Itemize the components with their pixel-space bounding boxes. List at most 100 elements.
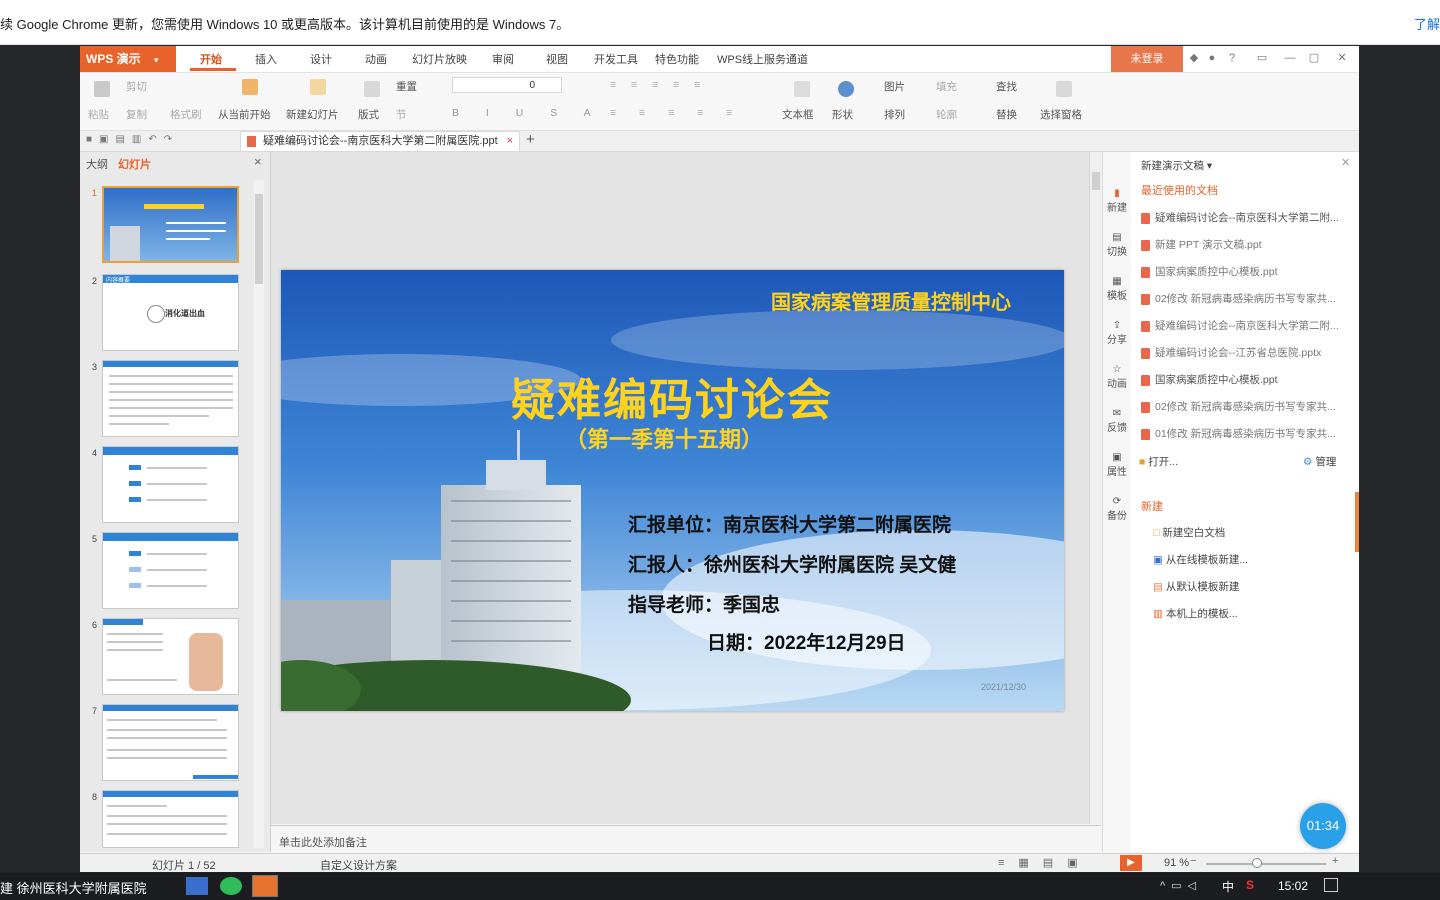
open-button[interactable]: ■ 打开... xyxy=(1139,454,1178,469)
new-from-online-template[interactable]: ▣ 从在线模板新建... xyxy=(1153,552,1248,567)
antivirus-icon[interactable]: S xyxy=(1246,878,1254,892)
paste-icon[interactable] xyxy=(94,81,110,97)
new-blank-doc[interactable]: □ 新建空白文档 xyxy=(1153,525,1225,540)
wechat-icon[interactable] xyxy=(220,877,242,895)
tab-developer[interactable]: 开发工具 xyxy=(594,51,638,67)
scrollbar-thumb[interactable] xyxy=(1092,172,1100,190)
sidebar-properties[interactable]: ▣ 属性 xyxy=(1107,452,1127,478)
format-painter-button[interactable]: 格式刷 xyxy=(170,107,202,122)
close-icon[interactable]: ✕ xyxy=(1336,52,1348,64)
help-icon[interactable]: ? xyxy=(1226,52,1238,64)
slide-thumbnail-7[interactable] xyxy=(102,704,239,781)
skin-icon[interactable]: ◆ xyxy=(1188,52,1200,64)
tray-icons[interactable]: ^▭◁ xyxy=(1160,879,1202,892)
close-pane-icon[interactable]: ✕ xyxy=(1341,156,1350,169)
manage-button[interactable]: ⚙ 管理 xyxy=(1303,454,1336,469)
zoom-slider[interactable] xyxy=(1206,858,1326,868)
outline-button[interactable]: 轮廓 xyxy=(936,107,957,122)
new-tab-icon[interactable]: + xyxy=(526,131,535,148)
new-slide-button[interactable]: 新建幻灯片 xyxy=(286,107,339,122)
play-from-current-icon[interactable] xyxy=(242,79,258,95)
close-tab-icon[interactable]: × xyxy=(507,132,513,151)
slide-thumbnail-6[interactable] xyxy=(102,618,239,695)
learn-more-link[interactable]: 了解 xyxy=(1414,14,1440,33)
from-current-button[interactable]: 从当前开始 xyxy=(218,107,271,122)
wps-taskbar-icon[interactable] xyxy=(252,875,278,897)
picture-button[interactable]: 图片 xyxy=(884,79,905,94)
recent-doc-item[interactable]: 国家病案质控中心模板.ppt xyxy=(1141,264,1278,279)
shape-button[interactable]: 形状 xyxy=(832,107,853,122)
new-from-default-template[interactable]: ▤ 从默认模板新建 xyxy=(1153,579,1239,594)
cut-button[interactable]: 剪切 xyxy=(126,79,147,94)
fill-button[interactable]: 填充 xyxy=(936,79,957,94)
select-pane-icon[interactable] xyxy=(1056,81,1072,97)
sidebar-backup[interactable]: ⟳ 备份 xyxy=(1107,496,1127,522)
thumbnail-scrollbar[interactable] xyxy=(254,180,264,848)
restore-icon[interactable]: ▭ xyxy=(1256,52,1268,64)
notification-icon[interactable] xyxy=(1324,878,1338,892)
sidebar-switch[interactable]: ▤ 切换 xyxy=(1107,232,1127,258)
slide-thumbnail-2[interactable]: 内容概要 消化道出血 xyxy=(102,274,239,351)
pane-resize-handle[interactable] xyxy=(1355,492,1359,552)
wps-app-menu-button[interactable]: WPS 演示 ▾ xyxy=(80,46,176,72)
recent-doc-item[interactable]: 疑难编码讨论会--南京医科大学第二附... xyxy=(1141,210,1339,225)
recent-doc-item[interactable]: 新建 PPT 演示文稿.ppt xyxy=(1141,237,1262,252)
slide-thumbnail-4[interactable] xyxy=(102,446,239,523)
slide-thumbnail-1[interactable] xyxy=(102,186,239,263)
layout-icon[interactable] xyxy=(364,81,380,97)
tab-view[interactable]: 视图 xyxy=(546,51,568,67)
section-button[interactable]: 节 xyxy=(396,107,407,122)
current-slide[interactable]: 国家病案管理质量控制中心 疑难编码讨论会 （第一季第十五期） 汇报单位：南京医科… xyxy=(281,270,1064,711)
textbox-icon[interactable] xyxy=(794,81,810,97)
zoom-in-button[interactable]: + xyxy=(1332,855,1338,867)
reset-button[interactable]: 重置 xyxy=(396,79,417,94)
copy-button[interactable]: 复制 xyxy=(126,107,147,122)
sidebar-share[interactable]: ⇪ 分享 xyxy=(1107,320,1127,346)
font-size-field[interactable]: 0 xyxy=(452,77,562,93)
replace-button[interactable]: 替换 xyxy=(996,107,1017,122)
tab-animation[interactable]: 动画 xyxy=(365,51,387,67)
slide-thumbnail-5[interactable] xyxy=(102,532,239,609)
recent-doc-item[interactable]: 02修改 新冠病毒感染病历书写专家共... xyxy=(1141,399,1336,414)
document-tab[interactable]: 疑难编码讨论会--南京医科大学第二附属医院.ppt × xyxy=(240,131,520,151)
message-icon[interactable]: ● xyxy=(1206,52,1218,64)
scrollbar-thumb[interactable] xyxy=(255,194,263,284)
maximize-icon[interactable]: ▢ xyxy=(1308,52,1320,64)
paste-button[interactable]: 粘贴 xyxy=(88,107,109,122)
slide-thumbnail-8[interactable] xyxy=(102,790,239,848)
sidebar-animation[interactable]: ☆ 动画 xyxy=(1107,364,1127,390)
font-style-buttons[interactable]: B I U S A xyxy=(452,107,603,119)
file-explorer-icon[interactable] xyxy=(186,877,208,895)
find-button[interactable]: 查找 xyxy=(996,79,1017,94)
close-panel-icon[interactable]: × xyxy=(254,154,262,169)
sidebar-new[interactable]: ▮ 新建 xyxy=(1107,188,1127,214)
sidebar-template[interactable]: ▦ 模板 xyxy=(1107,276,1127,302)
notes-pane[interactable]: 单击此处添加备注 xyxy=(271,825,1101,854)
shape-icon[interactable] xyxy=(838,81,854,97)
tab-home[interactable]: 开始 xyxy=(200,51,222,67)
login-button[interactable]: 未登录 xyxy=(1111,46,1183,72)
layout-button[interactable]: 版式 xyxy=(358,107,379,122)
play-slideshow-button[interactable]: ▶ xyxy=(1120,855,1142,871)
ime-indicator[interactable]: 中 xyxy=(1222,878,1234,895)
tab-features[interactable]: 特色功能 xyxy=(655,51,699,67)
tab-online-service[interactable]: WPS线上服务通道 xyxy=(717,51,808,67)
task-pane-header[interactable]: 新建演示文稿 ▾ xyxy=(1141,158,1212,173)
view-buttons[interactable]: ≡▦▤▣ xyxy=(998,856,1092,869)
new-slide-icon[interactable] xyxy=(310,79,326,95)
tab-insert[interactable]: 插入 xyxy=(255,51,277,67)
zoom-out-button[interactable]: − xyxy=(1190,855,1196,867)
align-buttons[interactable]: ≡ ≡ ≡ ≡ ≡ xyxy=(610,107,742,119)
quick-access-icons[interactable]: ■▣▤▥↶↷ xyxy=(86,134,179,145)
minimize-icon[interactable]: — xyxy=(1284,52,1296,64)
paragraph-buttons[interactable]: ≡ ≡ ≡ ≡ ≡ xyxy=(610,79,706,91)
tab-slideshow[interactable]: 幻灯片放映 xyxy=(412,51,467,67)
floating-timer-badge[interactable]: 01:34 xyxy=(1300,803,1346,849)
arrange-button[interactable]: 排列 xyxy=(884,107,905,122)
zoom-slider-thumb[interactable] xyxy=(1252,858,1262,868)
textbox-button[interactable]: 文本框 xyxy=(782,107,814,122)
slide-thumbnail-3[interactable] xyxy=(102,360,239,437)
canvas-scrollbar[interactable] xyxy=(1089,152,1102,824)
recent-doc-item[interactable]: 国家病案质控中心模板.ppt xyxy=(1141,372,1278,387)
recent-doc-item[interactable]: 疑难编码讨论会--南京医科大学第二附... xyxy=(1141,318,1339,333)
